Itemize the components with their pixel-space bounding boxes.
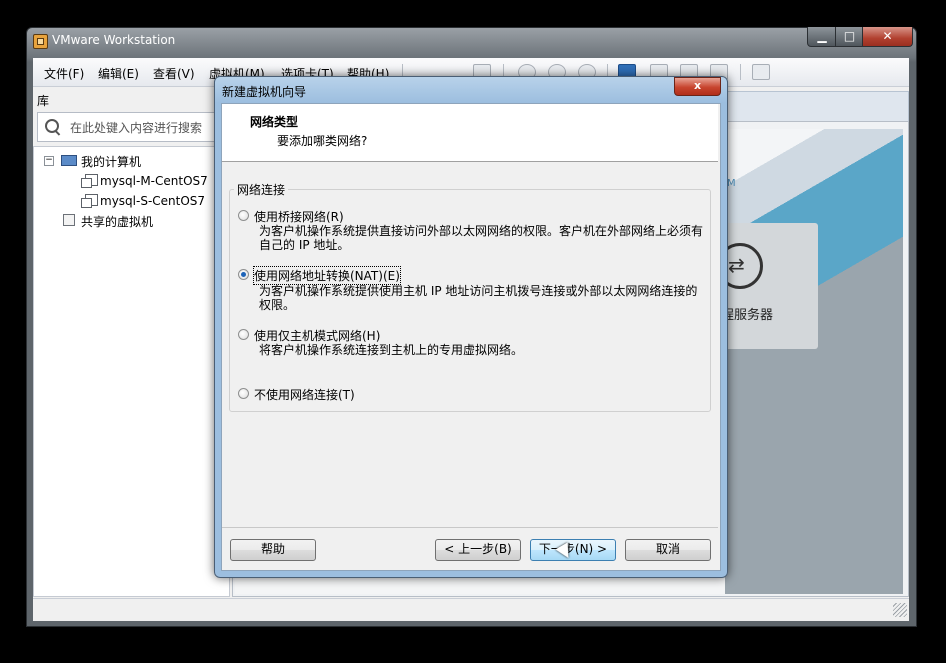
shared-vms-icon [63, 214, 75, 226]
vmware-app-icon [33, 34, 48, 49]
radio-bridged[interactable] [238, 210, 249, 221]
remote-server-label: 程服务器 [721, 308, 774, 323]
banner-text: M [727, 178, 736, 189]
tree-item-my-computer[interactable]: 我的计算机 [81, 153, 141, 170]
radio-host-only[interactable] [238, 329, 249, 340]
dialog-close-button[interactable]: x [674, 77, 721, 96]
library-title: 库 [37, 94, 50, 108]
status-bar [33, 598, 909, 621]
search-placeholder: 在此处键入内容进行搜索 [70, 121, 203, 135]
menu-view[interactable]: 查看(V) [153, 65, 195, 82]
resize-grip-icon[interactable] [893, 603, 907, 617]
maximize-button[interactable]: □ [835, 27, 864, 47]
arrows-icon: ⇄ [728, 253, 745, 277]
option-host-only-desc: 将客户机操作系统连接到主机上的专用虚拟网络。 [259, 343, 524, 357]
back-button[interactable]: < 上一步(B) [435, 539, 521, 561]
next-button[interactable]: 下一步(N) > [530, 539, 616, 561]
tree-item-vm[interactable]: mysql-M-CentOS7 [100, 174, 208, 188]
search-icon [45, 119, 59, 133]
group-label: 网络连接 [234, 181, 289, 198]
window-title: VMware Workstation [52, 33, 176, 47]
option-host-only-label[interactable]: 使用仅主机模式网络(H) [254, 327, 380, 344]
header-title: 网络类型 [250, 115, 299, 129]
close-button[interactable]: ✕ [862, 27, 913, 47]
menu-file[interactable]: 文件(F) [44, 65, 84, 82]
vm-icon [81, 194, 98, 208]
toolbar-separator [740, 64, 741, 80]
console-view-icon[interactable] [752, 64, 770, 80]
tree-item-shared-vms[interactable]: 共享的虚拟机 [81, 213, 153, 230]
vm-icon [81, 174, 98, 188]
help-button[interactable]: 帮助 [230, 539, 316, 561]
computer-icon [61, 155, 77, 166]
library-header [33, 87, 228, 109]
option-no-network-label[interactable]: 不使用网络连接(T) [254, 386, 355, 403]
option-nat-desc: 为客户机操作系统提供使用主机 IP 地址访问主机拨号连接或外部以太网网络连接的权… [259, 284, 698, 312]
tree-item-vm[interactable]: mysql-S-CentOS7 [100, 194, 205, 208]
collapse-icon[interactable]: − [44, 156, 54, 166]
cancel-button[interactable]: 取消 [625, 539, 711, 561]
dialog-separator [222, 527, 718, 528]
minimize-button[interactable]: ▁ [807, 27, 837, 47]
menu-edit[interactable]: 编辑(E) [98, 65, 139, 82]
option-bridged-label[interactable]: 使用桥接网络(R) [254, 208, 344, 225]
option-nat-label[interactable]: 使用网络地址转换(NAT)(E) [253, 266, 401, 285]
radio-nat[interactable] [238, 269, 249, 280]
dialog-title: 新建虚拟机向导 [222, 85, 307, 99]
radio-no-network[interactable] [238, 388, 249, 399]
header-subtitle: 要添加哪类网络? [277, 134, 368, 148]
option-bridged-desc: 为客户机操作系统提供直接访问外部以太网网络的权限。客户机在外部网络上必须有自己的… [259, 224, 704, 252]
